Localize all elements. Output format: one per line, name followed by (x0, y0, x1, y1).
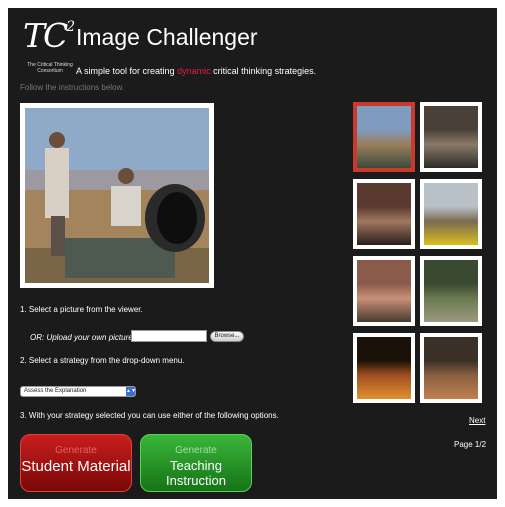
thumbnail-image (357, 337, 411, 399)
tagline: A simple tool for creating dynamic criti… (76, 66, 316, 76)
thumbnail-image (424, 106, 478, 168)
strategy-selected-value: Assess the Explanation (24, 388, 87, 394)
thumbnail-8[interactable] (420, 333, 482, 403)
upload-file-input[interactable] (131, 330, 207, 342)
thumbnail-image (357, 260, 411, 322)
tagline-start: A simple tool for creating (76, 66, 178, 76)
teaching-button-small-label: Generate (175, 445, 217, 456)
thumbnail-2[interactable] (420, 102, 482, 172)
logo-mark-text: TC (23, 16, 68, 55)
page-indicator: Page 1/2 (454, 440, 487, 449)
step-2-text: 2. Select a strategy from the drop-down … (20, 356, 185, 365)
thumbnail-1[interactable] (353, 102, 415, 172)
thumbnail-image (357, 183, 411, 245)
instructions-text: Follow the instructions below. (20, 83, 125, 92)
generate-teaching-instruction-button[interactable]: Generate Teaching Instruction (140, 434, 252, 492)
selected-picture-preview (20, 103, 214, 288)
upload-label: OR: Upload your own picture: (30, 333, 135, 342)
step-3-text: 3. With your strategy selected you can u… (20, 411, 279, 420)
thumbnail-7[interactable] (353, 333, 415, 403)
preview-image (25, 108, 209, 283)
thumbnail-image (357, 106, 411, 168)
chevron-updown-icon: ▲▼ (126, 387, 136, 396)
thumbnail-6[interactable] (420, 256, 482, 326)
student-button-small-label: Generate (55, 445, 97, 456)
thumbnail-4[interactable] (420, 179, 482, 249)
generate-student-material-button[interactable]: Generate Student Material (20, 434, 132, 492)
tc2-logo: TC2 The Critical Thinking Consortium (21, 16, 75, 74)
thumbnail-image (424, 337, 478, 399)
thumbnail-image (424, 260, 478, 322)
logo-mark-sup: 2 (66, 19, 75, 35)
thumbnail-5[interactable] (353, 256, 415, 326)
student-button-label: Student Material (21, 458, 131, 475)
step-1-text: 1. Select a picture from the viewer. (20, 305, 143, 314)
page-title: Image Challenger (76, 24, 258, 50)
tagline-highlight: dynamic (177, 66, 211, 76)
tagline-end: critical thinking strategies. (210, 66, 317, 76)
logo-subtitle: The Critical Thinking Consortium (27, 62, 73, 74)
browse-button[interactable]: Browse... (210, 331, 244, 342)
next-page-link[interactable]: Next (469, 416, 485, 425)
logo-mark: TC2 (23, 16, 75, 55)
strategy-dropdown[interactable]: Assess the Explanation ▲▼ (20, 386, 136, 397)
app-window: TC2 The Critical Thinking Consortium Ima… (8, 8, 497, 499)
thumbnail-3[interactable] (353, 179, 415, 249)
thumbnail-image (424, 183, 478, 245)
teaching-button-label: Teaching Instruction (166, 458, 226, 488)
